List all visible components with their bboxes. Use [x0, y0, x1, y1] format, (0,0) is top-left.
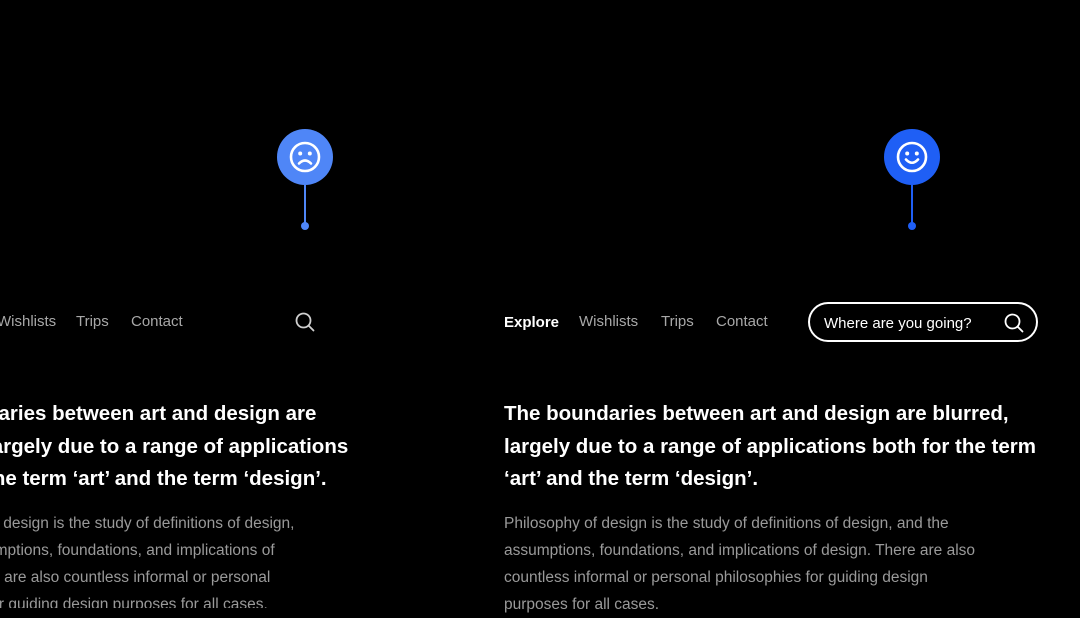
sad-marker-pin — [277, 129, 333, 230]
search-icon — [295, 312, 315, 332]
headline-line: ‘art’ and the term ‘design’. — [504, 467, 759, 490]
headline: daries between art and design are largel… — [0, 398, 356, 496]
body-line: for guiding design purposes for all case… — [0, 596, 268, 608]
left-comparison-panel: Wishlists Trips Contact daries between a… — [0, 0, 460, 608]
nav-link-wishlists[interactable]: Wishlists — [0, 313, 56, 331]
nav-link-trips[interactable]: Trips — [76, 313, 109, 331]
nav-link-contact[interactable]: Contact — [131, 313, 183, 331]
happy-marker-dot — [908, 222, 916, 230]
search-submit-button[interactable] — [1003, 312, 1025, 334]
headline-line: largely due to a range of applications — [0, 434, 349, 458]
body-line: countless informal or personal philosoph… — [504, 569, 928, 586]
body-line: assumptions, foundations, and implicatio… — [504, 542, 976, 559]
search-icon — [1004, 313, 1024, 333]
body-line: Philosophy of design is the study of def… — [504, 515, 949, 532]
happy-marker-pin — [884, 129, 940, 230]
headline: The boundaries between art and design ar… — [504, 398, 1044, 496]
search-input[interactable] — [824, 313, 994, 333]
happy-marker-circle — [884, 129, 940, 185]
search-button[interactable] — [294, 311, 316, 333]
headline-line: daries between art and design are — [0, 402, 317, 425]
nav-link-wishlists[interactable]: Wishlists — [579, 313, 638, 331]
search-field[interactable] — [808, 302, 1038, 342]
happy-face-icon — [896, 141, 928, 173]
happy-marker-stem — [911, 185, 913, 223]
body-paragraph: Philosophy of design is the study of def… — [504, 510, 1024, 618]
nav-link-trips[interactable]: Trips — [661, 313, 694, 331]
nav-link-contact[interactable]: Contact — [716, 313, 768, 331]
headline-line: largely due to a range of applications b… — [504, 434, 1036, 458]
right-comparison-panel: Explore Wishlists Trips Contact The boun… — [460, 0, 1080, 613]
body-line: of design is the study of definitions of… — [0, 515, 295, 532]
sad-face-icon — [289, 141, 321, 173]
sad-marker-circle — [277, 129, 333, 185]
headline-line: the term ‘art’ and the term ‘design’. — [0, 467, 327, 490]
body-line: umptions, foundations, and implications … — [0, 542, 275, 559]
body-line: re are also countless informal or person… — [0, 569, 271, 586]
body-paragraph: of design is the study of definitions of… — [0, 510, 346, 608]
body-line: purposes for all cases. — [504, 596, 660, 613]
nav-link-explore[interactable]: Explore — [504, 314, 559, 332]
sad-marker-dot — [301, 222, 309, 230]
sad-marker-stem — [304, 185, 306, 223]
headline-line: The boundaries between art and design ar… — [504, 402, 1009, 425]
